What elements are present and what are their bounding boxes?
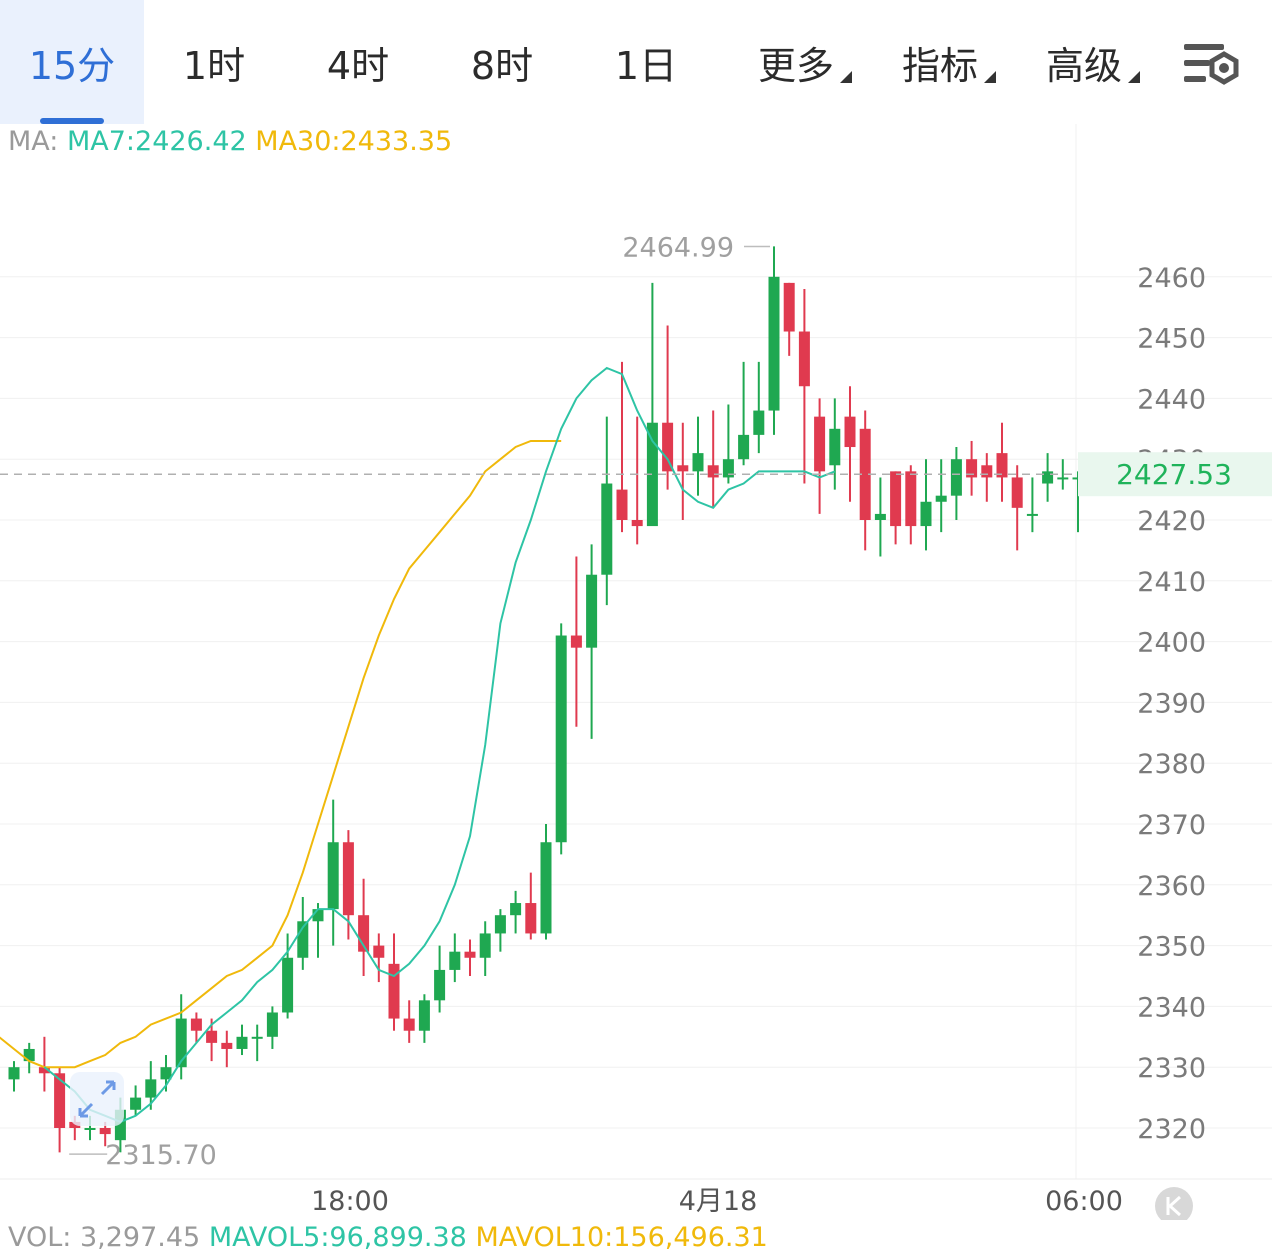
candle-up xyxy=(494,915,506,934)
tab-4h[interactable]: 4时 xyxy=(296,0,420,124)
candle-up xyxy=(920,501,932,527)
candle-up xyxy=(1057,477,1069,480)
dropdown-triangle-icon xyxy=(840,71,852,83)
expand-chart-icon[interactable] xyxy=(70,1072,124,1126)
dropdown-triangle-icon xyxy=(1128,71,1140,83)
tab-more[interactable]: 更多 xyxy=(740,0,870,124)
candle-down xyxy=(342,842,354,916)
candle-up xyxy=(768,276,780,411)
candle-up xyxy=(586,574,598,648)
candle-up xyxy=(251,1036,263,1039)
tab-1d[interactable]: 1日 xyxy=(584,0,708,124)
candle-up xyxy=(540,842,552,934)
y-tick-label: 2440 xyxy=(1137,384,1206,415)
candle-up xyxy=(282,957,294,1013)
scroll-to-latest-icon[interactable] xyxy=(1155,1187,1193,1220)
candle-down xyxy=(206,1030,218,1043)
candle-up xyxy=(510,903,522,916)
candle-down xyxy=(890,471,902,527)
candle-up xyxy=(236,1036,248,1049)
y-tick-label: 2330 xyxy=(1137,1053,1206,1084)
candle-down xyxy=(403,1018,415,1031)
candlestick-chart[interactable]: 2460245024402430242024102400239023802370… xyxy=(0,124,1272,1220)
y-tick-label: 2390 xyxy=(1137,688,1206,719)
ma30-line xyxy=(0,440,562,1069)
candle-up xyxy=(1042,471,1054,484)
y-tick-label: 2380 xyxy=(1137,749,1206,780)
tab-8h[interactable]: 8时 xyxy=(440,0,564,124)
y-tick-label: 2410 xyxy=(1137,567,1206,598)
x-tick-label: 06:00 xyxy=(1045,1186,1123,1217)
tab-advanced-label: 高级 xyxy=(1045,44,1122,88)
candle-up xyxy=(829,428,841,466)
candle-down xyxy=(981,465,993,478)
mavol5-value: MAVOL5:96,899.38 xyxy=(208,1222,467,1253)
y-tick-label: 2460 xyxy=(1137,263,1206,294)
candle-down xyxy=(783,282,795,332)
tab-more-label: 更多 xyxy=(757,44,834,88)
candle-down xyxy=(662,422,674,472)
candle-down xyxy=(798,331,810,387)
tab-1h[interactable]: 1时 xyxy=(152,0,276,124)
y-tick-label: 2420 xyxy=(1137,506,1206,537)
candle-down xyxy=(844,416,856,448)
timeframe-tabs: 15分 1时 4时 8时 1日 更多 指标 高级 xyxy=(0,0,1272,124)
candle-up xyxy=(8,1067,20,1080)
x-tick-label: 18:00 xyxy=(311,1186,389,1217)
high-annotation: 2464.99 xyxy=(622,232,734,263)
candle-down xyxy=(570,635,582,648)
low-annotation: 2315.70 xyxy=(105,1140,217,1171)
candle-up xyxy=(555,635,567,843)
candle-up xyxy=(738,434,750,460)
chart-settings-icon[interactable] xyxy=(1178,38,1246,98)
candle-down xyxy=(1011,477,1023,508)
candle-down xyxy=(677,465,689,472)
candle-down xyxy=(464,951,476,958)
candle-up xyxy=(950,459,962,496)
dropdown-triangle-icon xyxy=(984,71,996,83)
volume-legend: VOL: 3,297.45 MAVOL5:96,899.38 MAVOL10:1… xyxy=(8,1222,768,1253)
candle-up xyxy=(935,495,947,502)
candle-up xyxy=(449,951,461,970)
candle-down xyxy=(905,471,917,527)
tab-advanced[interactable]: 高级 xyxy=(1028,0,1158,124)
tab-15min[interactable]: 15分 xyxy=(0,0,144,124)
candle-down xyxy=(525,903,537,934)
candle-down xyxy=(373,945,385,958)
current-price-label: 2427.53 xyxy=(1116,458,1232,491)
candle-up xyxy=(692,453,704,472)
candle-down xyxy=(707,465,719,478)
y-tick-label: 2320 xyxy=(1137,1114,1206,1145)
candle-up xyxy=(479,933,491,958)
y-tick-label: 2350 xyxy=(1137,932,1206,963)
candle-up xyxy=(130,1097,142,1110)
candle-up xyxy=(753,410,765,435)
y-tick-label: 2370 xyxy=(1137,810,1206,841)
candle-down xyxy=(631,520,643,527)
candle-up xyxy=(266,1012,278,1037)
candle-down xyxy=(616,489,628,520)
candle-down xyxy=(99,1128,111,1135)
candle-down xyxy=(814,416,826,472)
candle-up xyxy=(418,1000,430,1031)
candle-up xyxy=(327,842,339,910)
y-tick-label: 2450 xyxy=(1137,324,1206,355)
candle-up xyxy=(145,1079,157,1098)
vol-value: VOL: 3,297.45 xyxy=(8,1222,201,1253)
x-tick-label: 4月18 xyxy=(679,1186,758,1217)
candle-up xyxy=(434,969,446,1001)
candle-up xyxy=(84,1128,96,1130)
y-tick-label: 2340 xyxy=(1137,992,1206,1023)
candle-up xyxy=(874,513,886,520)
tab-indicators-label: 指标 xyxy=(901,44,978,88)
mavol10-value: MAVOL10:156,496.31 xyxy=(475,1222,768,1253)
candle-down xyxy=(190,1018,202,1031)
candle-up xyxy=(1026,513,1038,516)
candle-up xyxy=(601,483,613,575)
tab-indicators[interactable]: 指标 xyxy=(884,0,1014,124)
y-tick-label: 2360 xyxy=(1137,871,1206,902)
candle-down xyxy=(221,1042,233,1049)
y-tick-label: 2400 xyxy=(1137,628,1206,659)
